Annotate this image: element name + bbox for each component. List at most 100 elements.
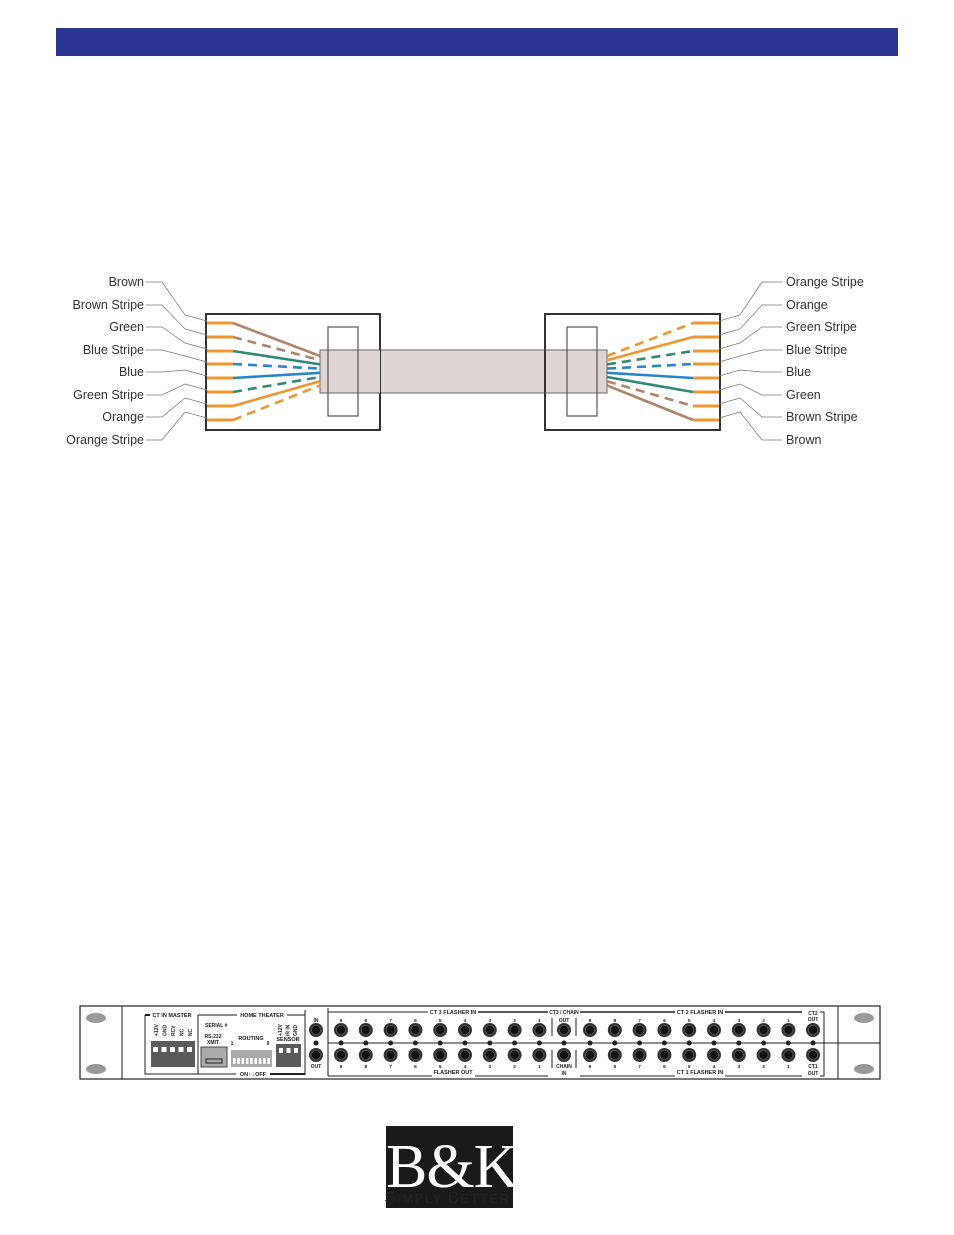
terminal-screw <box>170 1047 175 1052</box>
ir-in-jack-hole <box>311 1025 321 1035</box>
jack-number: 1 <box>538 1064 541 1070</box>
dip-switch-lever <box>241 1058 245 1064</box>
ct3-flasher-in-jack-hole <box>534 1025 545 1035</box>
ct1-flasher-in-jack-hole <box>684 1050 695 1060</box>
ct-in-master-label: CT IN MASTER <box>152 1013 191 1019</box>
sensor-label: SENSOR <box>276 1037 299 1043</box>
led-dot <box>363 1040 369 1046</box>
ct2-out-label: OUT <box>808 1017 819 1023</box>
ct-in-master-terminal-block <box>151 1041 195 1067</box>
ct2-flasher-in-jack-hole <box>659 1025 670 1035</box>
left-leader-line <box>146 383 208 396</box>
jack-number: 6 <box>414 1064 417 1070</box>
jack-number: 7 <box>638 1064 641 1070</box>
ct2-flasher-in-jack-hole <box>609 1025 620 1035</box>
chain-in-jack-hole <box>559 1050 569 1060</box>
ct3-flasher-in-jack-hole <box>484 1025 495 1035</box>
on-off-label: ON↑ ↓OFF <box>240 1072 267 1078</box>
right-wire-label: Blue <box>786 365 811 379</box>
pin-label: GND <box>293 1025 299 1037</box>
dip-switch-lever <box>233 1058 236 1064</box>
led-dot <box>785 1040 791 1046</box>
routing-start: 1 <box>231 1041 234 1047</box>
right-wire-4 <box>606 371 694 380</box>
flasher-out-jack-hole <box>435 1050 446 1060</box>
ct1-flasher-in-label: CT 1 FLASHER IN <box>677 1070 723 1076</box>
led-dot <box>587 1040 593 1046</box>
left-wire-label: Green <box>109 320 144 334</box>
right-leader-line <box>718 349 782 363</box>
right-wire-label: Brown <box>786 433 821 447</box>
led-dot <box>637 1040 643 1046</box>
jack-number: 5 <box>439 1064 442 1070</box>
ct3-flasher-in-jack-hole <box>435 1025 446 1035</box>
dip-switch-lever <box>258 1058 262 1064</box>
left-wire-0 <box>232 321 321 358</box>
right-wire-3 <box>606 362 694 370</box>
rs232-port <box>200 1046 228 1068</box>
flasher-out-label: FLASHER OUT <box>433 1070 473 1076</box>
serial-label: SERIAL # <box>205 1023 228 1029</box>
pin-label: +12V <box>278 1024 284 1036</box>
rack-mount-hole <box>854 1064 874 1074</box>
led-dot <box>388 1040 394 1046</box>
dip-switch-lever <box>237 1058 240 1064</box>
right-leader-line <box>718 369 782 377</box>
left-leader-line <box>146 411 208 441</box>
tagline: SIMPLY BETTER! <box>384 1188 516 1207</box>
dip-switch-lever <box>245 1058 249 1064</box>
rear-panel: CT IN MASTER+12V GND RCV NC NCHOME THEATERSE… <box>79 1005 881 1080</box>
routing-end: 9 <box>267 1041 270 1047</box>
left-wire-label: Blue Stripe <box>83 343 144 357</box>
ct3-flasher-in-jack-hole <box>410 1025 421 1035</box>
ct2-flasher-in-jack-hole <box>709 1025 719 1035</box>
left-wire-label: Blue <box>119 365 144 379</box>
jack-number: 3 <box>737 1064 740 1070</box>
led-dot <box>736 1040 742 1046</box>
rack-mount-hole <box>86 1013 106 1023</box>
jack-number: 5 <box>688 1064 691 1070</box>
flasher-out-jack-hole <box>460 1050 470 1060</box>
flasher-out-jack-hole <box>360 1050 371 1060</box>
sensor-terminal-block <box>276 1044 301 1067</box>
left-leader-line <box>146 397 208 418</box>
ct1-out-label: CT1 <box>808 1064 818 1070</box>
dip-switch-lever <box>263 1058 266 1064</box>
led-dot <box>338 1040 344 1046</box>
right-leader-line <box>718 326 782 350</box>
left-wire-label: Green Stripe <box>73 388 144 402</box>
ct3-flasher-in-jack-hole <box>336 1025 346 1035</box>
led-dot <box>512 1040 518 1046</box>
right-leader-line <box>718 281 782 322</box>
flasher-out-jack-hole <box>534 1050 545 1060</box>
ct2-flasher-in-jack-hole <box>783 1025 794 1035</box>
jack-number: 9 <box>340 1064 343 1070</box>
pin-label: GND <box>163 1025 169 1037</box>
ct2-flasher-in-jack-hole <box>758 1025 769 1035</box>
ct1-flasher-in-jack-hole <box>709 1050 719 1060</box>
ct1-flasher-in-jack-hole <box>634 1050 645 1060</box>
led-dot <box>313 1040 319 1046</box>
terminal-screw <box>187 1047 192 1052</box>
ct2-flasher-in-jack-hole <box>684 1025 695 1035</box>
ct1-flasher-in-jack-hole <box>609 1050 620 1060</box>
terminal-screw <box>153 1047 158 1052</box>
jack-number: 7 <box>389 1064 392 1070</box>
jack-number: 8 <box>613 1064 616 1070</box>
led-dot <box>686 1040 692 1046</box>
pin-label: +12V <box>154 1024 160 1036</box>
left-wire-label: Orange <box>102 410 144 424</box>
led-dot <box>661 1040 667 1046</box>
ct2-flasher-in-jack-hole <box>733 1025 744 1035</box>
left-wire-label: Orange Stripe <box>66 433 144 447</box>
right-wire-label: Green <box>786 388 821 402</box>
ct1-flasher-in-jack-hole <box>585 1050 595 1060</box>
ct3-flasher-in-label: CT 3 FLASHER IN <box>430 1010 476 1016</box>
flasher-out-jack-hole <box>410 1050 421 1060</box>
terminal-screw <box>178 1047 184 1052</box>
ir-out-jack-hole <box>311 1050 321 1060</box>
jack-number: 6 <box>663 1064 666 1070</box>
chain-out-jack-hole <box>559 1025 569 1035</box>
jack-number: 2 <box>513 1064 516 1070</box>
xmit-label: XMIT <box>207 1040 219 1046</box>
